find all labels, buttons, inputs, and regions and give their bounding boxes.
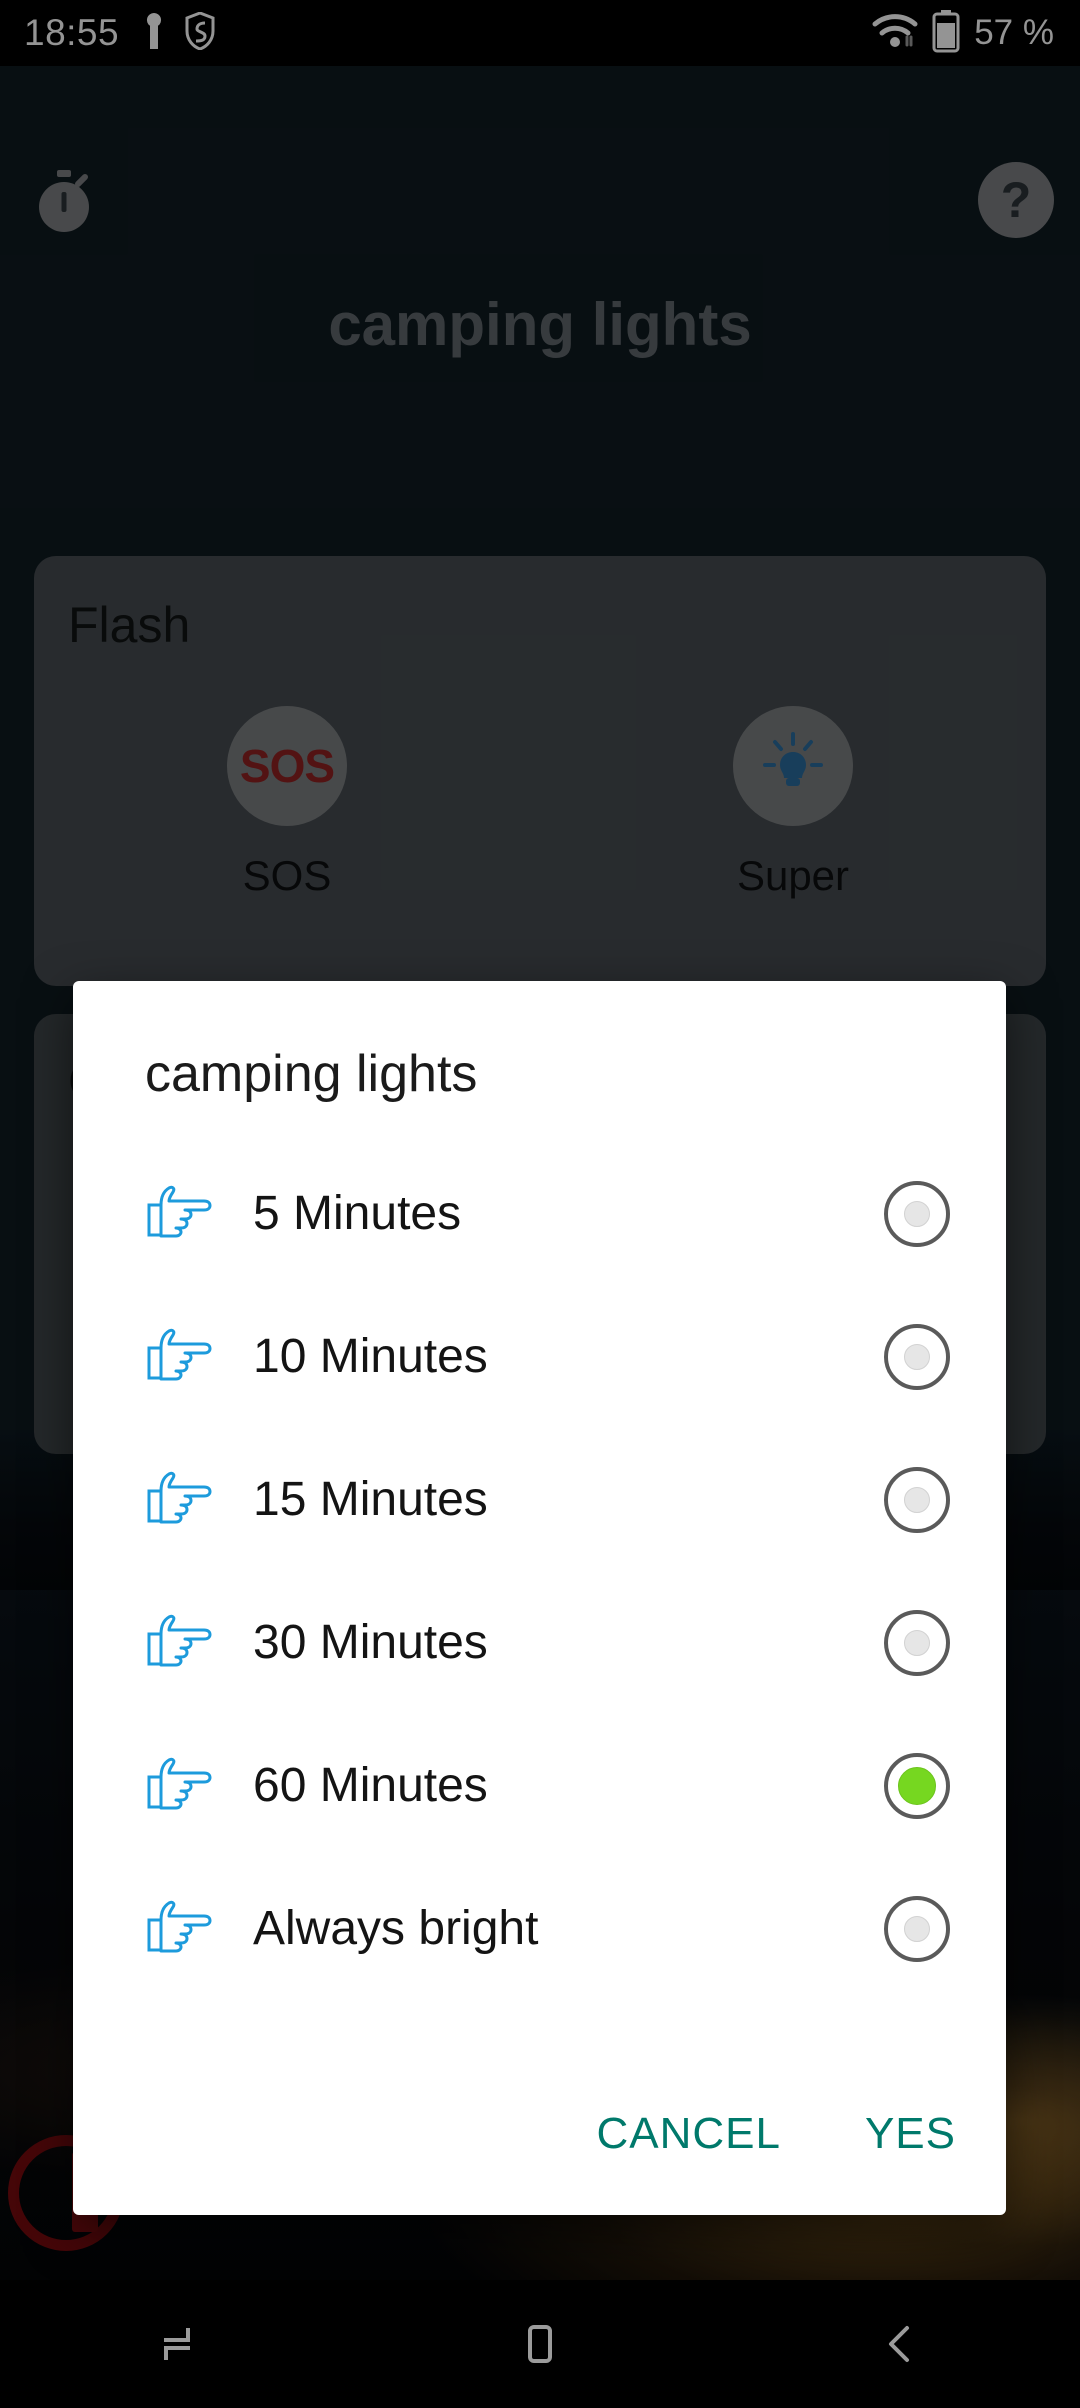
confirm-button[interactable]: YES: [865, 2109, 956, 2159]
list-item[interactable]: 15 Minutes: [73, 1428, 1006, 1571]
radio-button[interactable]: [884, 1609, 950, 1676]
dialog-title: camping lights: [145, 1045, 478, 1103]
list-item-label: 5 Minutes: [253, 1187, 462, 1240]
home-button[interactable]: [480, 2304, 600, 2384]
list-item-label: Always bright: [253, 1902, 539, 1955]
list-item-label: 15 Minutes: [253, 1473, 488, 1526]
radio-button[interactable]: [884, 1466, 950, 1533]
recents-icon: [164, 2328, 190, 2360]
radio-dot: [898, 1766, 936, 1805]
pointing-hand-icon: [145, 1469, 227, 1531]
recents-button[interactable]: [120, 2304, 240, 2384]
back-icon: [889, 2326, 909, 2362]
system-navigation-bar: [0, 2280, 1080, 2408]
cancel-button[interactable]: CANCEL: [596, 2109, 781, 2159]
dialog-actions: CANCEL YES: [596, 2109, 956, 2159]
pointing-hand-icon: [145, 1898, 227, 1960]
radio-dot: [904, 1486, 930, 1513]
pointing-hand-icon: [145, 1326, 227, 1388]
list-item[interactable]: 60 Minutes: [73, 1714, 1006, 1857]
timer-options-list: 5 Minutes 10 Minutes 15 Minutes 30 Minut…: [73, 1142, 1006, 2000]
list-item-label: 10 Minutes: [253, 1330, 488, 1383]
list-item-label: 30 Minutes: [253, 1616, 488, 1669]
list-item[interactable]: 10 Minutes: [73, 1285, 1006, 1428]
radio-dot: [904, 1915, 930, 1942]
radio-button[interactable]: [884, 1895, 950, 1962]
radio-dot: [904, 1200, 930, 1227]
list-item-label: 60 Minutes: [253, 1759, 488, 1812]
pointing-hand-icon: [145, 1183, 227, 1245]
list-item[interactable]: 30 Minutes: [73, 1571, 1006, 1714]
radio-button[interactable]: [884, 1323, 950, 1390]
radio-dot: [904, 1343, 930, 1370]
pointing-hand-icon: [145, 1755, 227, 1817]
list-item[interactable]: 5 Minutes: [73, 1142, 1006, 1285]
back-button[interactable]: [840, 2304, 960, 2384]
timer-selection-dialog: camping lights 5 Minutes 10 Minutes 15 M…: [73, 981, 1006, 2215]
pointing-hand-icon: [145, 1612, 227, 1674]
radio-button[interactable]: [884, 1180, 950, 1247]
radio-button[interactable]: [884, 1752, 950, 1819]
home-icon: [528, 2325, 552, 2363]
list-item[interactable]: Always bright: [73, 1857, 1006, 2000]
phone-screen: 18:55 57 % ? camping lights Flash SOS SO…: [0, 0, 1080, 2408]
radio-dot: [904, 1629, 930, 1656]
